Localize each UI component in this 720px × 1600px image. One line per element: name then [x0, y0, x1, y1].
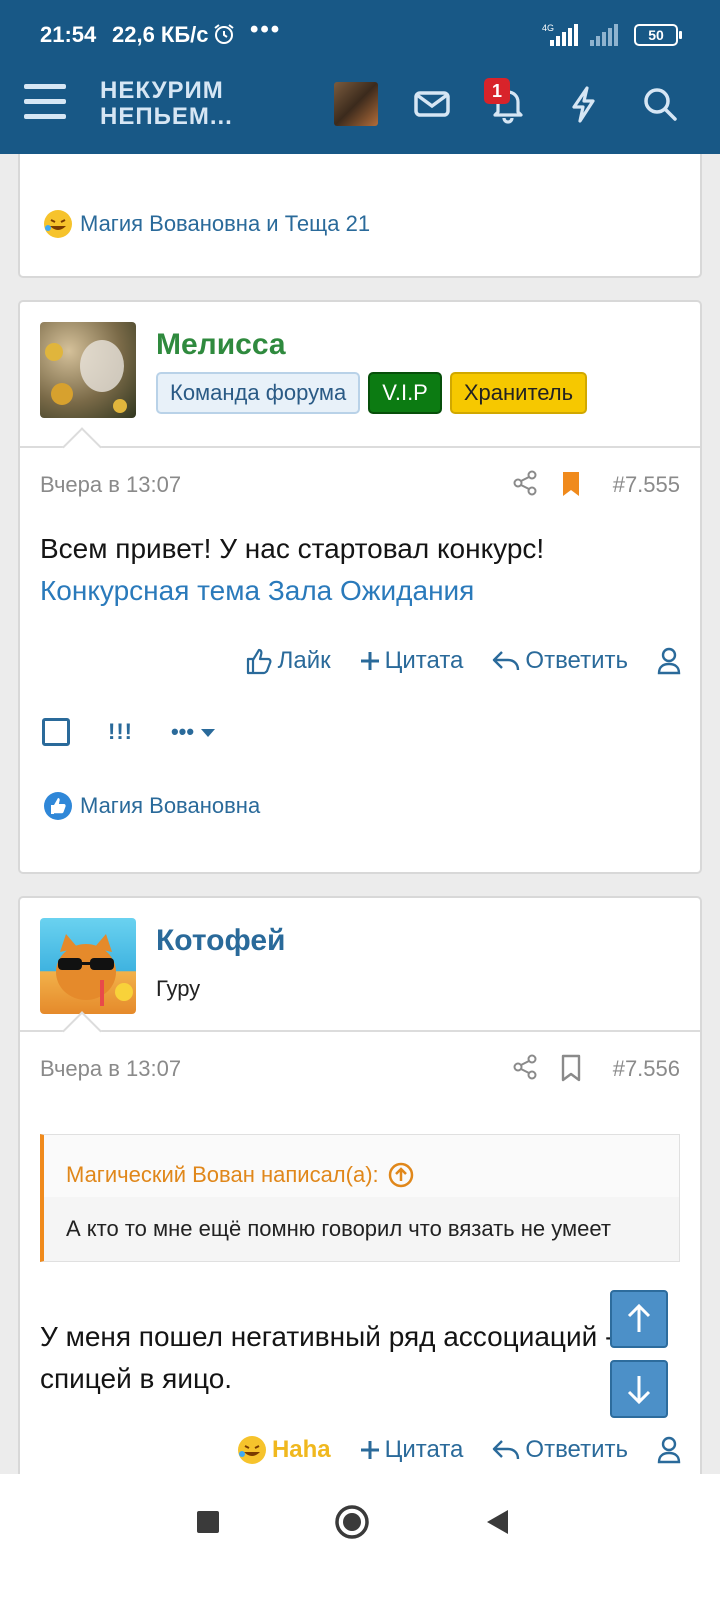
chevron-down-icon: [201, 729, 216, 738]
author-avatar[interactable]: [40, 918, 136, 1014]
quote-header[interactable]: Магический Вован написал(а):: [44, 1135, 679, 1197]
recent-apps-icon[interactable]: [196, 1510, 220, 1534]
select-checkbox[interactable]: [42, 718, 70, 746]
back-icon[interactable]: [484, 1508, 512, 1536]
search-icon[interactable]: [638, 82, 682, 126]
mail-icon[interactable]: [410, 82, 454, 126]
contest-link[interactable]: Конкурсная тема Зала Ожидания: [40, 575, 474, 606]
post-meta: Вчера в 13:07 #7.556: [40, 1054, 680, 1084]
quote-label: Цитата: [384, 647, 464, 674]
user-menu-button[interactable]: [656, 647, 682, 675]
scroll-top-button[interactable]: [610, 1290, 668, 1348]
like-button[interactable]: Лайк: [244, 646, 331, 676]
logo-line-2: НЕПЬЕМ...: [100, 103, 233, 130]
post-text: Всем привет! У нас стартовал конкурс!: [40, 533, 545, 564]
haha-label: Haha: [271, 1436, 331, 1463]
alarm-icon: [212, 22, 236, 51]
arrow-up-icon: [627, 1303, 651, 1332]
notification-count-badge: 1: [484, 78, 510, 104]
status-time: 21:54: [40, 22, 97, 47]
logo-line-1: НЕКУРИМ: [100, 77, 224, 104]
user-icon: [657, 1436, 681, 1464]
reply-label: Ответить: [525, 647, 628, 674]
status-bar: 21:54 22,6 КБ/с ••• 4G 50: [0, 0, 720, 68]
user-badges: Команда форума V.I.P Хранитель: [156, 372, 588, 414]
badge-vip: V.I.P: [368, 372, 442, 414]
quote-button[interactable]: Цитата: [359, 647, 464, 675]
user-title: Гуру: [156, 976, 201, 1001]
quote-text: А кто то мне ещё помню говорил что вязат…: [66, 1216, 611, 1241]
post-text: У меня пошел негативный ряд ассоциаций -…: [40, 1321, 615, 1394]
status-network-speed: 22,6 КБ/с: [112, 22, 209, 47]
post-card-melissa: Мелисса Команда форума V.I.P Хранитель В…: [18, 300, 702, 874]
badge-team: Команда форума: [156, 372, 361, 414]
divider-notch: [62, 1011, 102, 1051]
plus-icon: [360, 652, 379, 670]
arrow-down-icon: [627, 1376, 651, 1405]
post-number[interactable]: #7.555: [613, 472, 680, 498]
header-divider: [20, 446, 700, 448]
user-icon: [657, 647, 681, 675]
arrow-up-circle-icon: [388, 1162, 413, 1188]
reactions-summary[interactable]: Магия Вовановна и Теща 21: [42, 208, 370, 240]
navigation-bar: НЕКУРИМ НЕПЬЕМ... 1: [0, 68, 720, 154]
post-card-kotofey: Котофей Гуру Вчера в 13:07 #7.556 Магиче…: [18, 896, 702, 1506]
bookmark-icon[interactable]: [558, 1054, 584, 1082]
app-header: 21:54 22,6 КБ/с ••• 4G 50 НЕКУРИМ НЕПЬЕМ…: [0, 0, 720, 154]
home-icon[interactable]: [334, 1504, 370, 1540]
signal-secondary-icon: [586, 22, 620, 53]
author-avatar[interactable]: [40, 322, 136, 418]
header-divider: [20, 1030, 700, 1032]
reply-button[interactable]: Ответить: [491, 1436, 628, 1464]
more-dots: •••: [170, 719, 195, 744]
author-username[interactable]: Котофей: [156, 924, 286, 958]
post-body: Всем привет! У нас стартовал конкурс! Ко…: [40, 528, 680, 612]
post-actions: Haha Цитата Ответить: [236, 1434, 682, 1466]
scroll-bottom-button[interactable]: [610, 1360, 668, 1418]
thumbs-up-icon: [246, 648, 272, 675]
reply-button[interactable]: Ответить: [491, 647, 628, 675]
post-date[interactable]: Вчера в 13:07: [40, 1056, 181, 1082]
like-reaction-icon: [44, 792, 72, 820]
svg-text:4G: 4G: [542, 23, 554, 33]
laugh-emoji-icon: [44, 210, 72, 238]
user-avatar[interactable]: [334, 82, 378, 126]
post-actions: Лайк Цитата Ответить: [244, 646, 682, 676]
post-number[interactable]: #7.556: [613, 1056, 680, 1082]
badge-keeper: Хранитель: [449, 372, 588, 414]
reply-label: Ответить: [525, 1436, 628, 1463]
bookmark-filled-icon[interactable]: [558, 470, 584, 498]
reply-icon: [493, 1440, 520, 1460]
post-date[interactable]: Вчера в 13:07: [40, 472, 181, 498]
quote-block: Магический Вован написал(а): А кто то мн…: [40, 1134, 680, 1262]
reactions-users: Магия Вовановна: [80, 793, 261, 818]
signal-4g-icon: 4G: [540, 22, 580, 53]
battery-icon: 50: [634, 24, 682, 46]
plus-icon: [360, 1441, 379, 1459]
menu-icon[interactable]: [24, 84, 66, 120]
like-label: Лайк: [277, 647, 331, 674]
divider-notch: [62, 427, 102, 467]
reply-icon: [493, 651, 520, 671]
share-icon[interactable]: [512, 1054, 538, 1080]
site-logo[interactable]: НЕКУРИМ НЕПЬЕМ...: [100, 78, 233, 130]
status-more-dots: •••: [250, 16, 282, 43]
reactions-users: Магия Вовановна и Теща 21: [80, 211, 371, 236]
quote-button[interactable]: Цитата: [359, 1436, 464, 1464]
laugh-emoji-icon: [237, 1436, 266, 1464]
post-tools: !!! •••: [42, 718, 216, 746]
quote-label: Цитата: [384, 1436, 464, 1463]
user-menu-button[interactable]: [656, 1436, 682, 1464]
post-meta: Вчера в 13:07 #7.555: [40, 470, 680, 500]
reactions-summary[interactable]: Магия Вовановна: [42, 790, 260, 822]
author-username[interactable]: Мелисса: [156, 328, 286, 362]
report-button[interactable]: !!!: [108, 719, 133, 745]
share-icon[interactable]: [512, 470, 538, 496]
more-options-button[interactable]: •••: [171, 719, 216, 745]
quote-author: Магический Вован написал(а):: [66, 1162, 379, 1187]
haha-reaction-button[interactable]: Haha: [236, 1434, 331, 1466]
lightning-icon[interactable]: [562, 82, 606, 126]
system-navigation-bar: [0, 1474, 720, 1600]
